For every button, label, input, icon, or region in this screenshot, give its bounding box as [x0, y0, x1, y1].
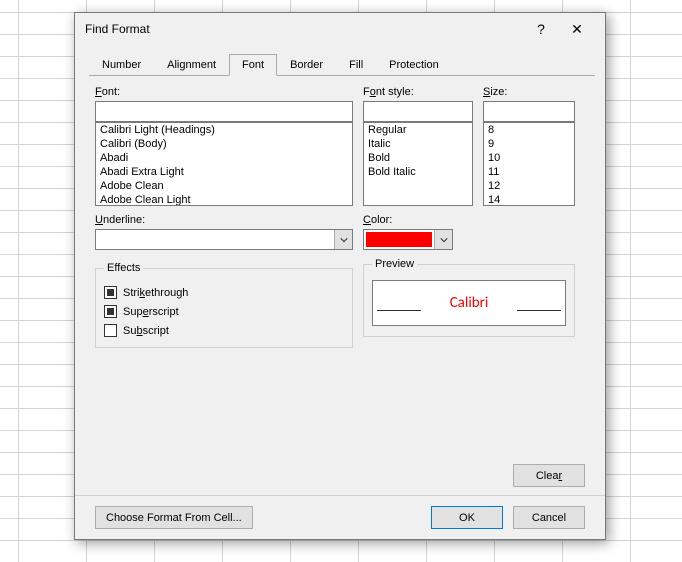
- find-format-dialog: Find Format ? ✕ Number Alignment Font Bo…: [74, 12, 606, 540]
- preview-legend: Preview: [372, 258, 417, 270]
- checkbox-icon: [104, 286, 117, 299]
- color-label: Color:: [363, 214, 575, 226]
- font-style-list[interactable]: Regular Italic Bold Bold Italic: [363, 122, 473, 206]
- help-button[interactable]: ?: [523, 21, 559, 37]
- list-item[interactable]: Italic: [364, 137, 472, 151]
- checkbox-icon: [104, 324, 117, 337]
- size-label: Size:: [483, 86, 575, 98]
- list-item[interactable]: Calibri (Body): [96, 137, 352, 151]
- subscript-label: Subscript: [123, 325, 169, 337]
- ok-button[interactable]: OK: [431, 506, 503, 529]
- preview-baseline: [517, 310, 561, 311]
- checkbox-icon: [104, 305, 117, 318]
- subscript-checkbox[interactable]: Subscript: [104, 324, 344, 337]
- dialog-title: Find Format: [85, 22, 523, 36]
- superscript-label: Superscript: [123, 306, 179, 318]
- list-item[interactable]: Abadi Extra Light: [96, 165, 352, 179]
- preview-group: Preview Calibri: [363, 258, 575, 337]
- underline-combo[interactable]: [95, 229, 353, 250]
- list-item[interactable]: Bold: [364, 151, 472, 165]
- font-style-label: Font style:: [363, 86, 473, 98]
- clear-button[interactable]: Clear: [513, 464, 585, 487]
- list-item[interactable]: 10: [484, 151, 574, 165]
- preview-box: Calibri: [372, 280, 566, 326]
- list-item[interactable]: Abadi: [96, 151, 352, 165]
- titlebar: Find Format ? ✕: [75, 13, 605, 45]
- preview-text: Calibri: [450, 294, 489, 312]
- preview-baseline: [377, 310, 421, 311]
- close-button[interactable]: ✕: [559, 21, 595, 38]
- list-item[interactable]: Regular: [364, 123, 472, 137]
- underline-label: Underline:: [95, 214, 353, 226]
- list-item[interactable]: 11: [484, 165, 574, 179]
- list-item[interactable]: 14: [484, 193, 574, 206]
- color-swatch: [366, 232, 432, 247]
- list-item[interactable]: Adobe Clean Light: [96, 193, 352, 206]
- tab-fill[interactable]: Fill: [336, 54, 376, 76]
- list-item[interactable]: Calibri Light (Headings): [96, 123, 352, 137]
- effects-legend: Effects: [104, 262, 143, 274]
- list-item[interactable]: 12: [484, 179, 574, 193]
- tab-font[interactable]: Font: [229, 54, 277, 76]
- tab-border[interactable]: Border: [277, 54, 336, 76]
- cancel-button[interactable]: Cancel: [513, 506, 585, 529]
- list-item[interactable]: 8: [484, 123, 574, 137]
- size-input[interactable]: [483, 101, 575, 122]
- superscript-checkbox[interactable]: Superscript: [104, 305, 344, 318]
- underline-value: [96, 230, 334, 249]
- tab-alignment[interactable]: Alignment: [154, 54, 229, 76]
- color-combo[interactable]: [363, 229, 453, 250]
- chevron-down-icon[interactable]: [334, 230, 352, 249]
- choose-format-button[interactable]: Choose Format From Cell...: [95, 506, 253, 529]
- tab-protection[interactable]: Protection: [376, 54, 452, 76]
- list-item[interactable]: Bold Italic: [364, 165, 472, 179]
- list-item[interactable]: Adobe Clean: [96, 179, 352, 193]
- list-item[interactable]: 9: [484, 137, 574, 151]
- font-input[interactable]: [95, 101, 353, 122]
- chevron-down-icon[interactable]: [434, 230, 452, 249]
- strikethrough-label: Strikethrough: [123, 287, 188, 299]
- font-style-input[interactable]: [363, 101, 473, 122]
- font-list[interactable]: Calibri Light (Headings) Calibri (Body) …: [95, 122, 353, 206]
- effects-group: Effects Strikethrough Superscript Subscr…: [95, 262, 353, 348]
- font-label: Font:: [95, 86, 353, 98]
- tab-number[interactable]: Number: [89, 54, 154, 76]
- tabstrip: Number Alignment Font Border Fill Protec…: [89, 53, 595, 76]
- size-list[interactable]: 8 9 10 11 12 14: [483, 122, 575, 206]
- strikethrough-checkbox[interactable]: Strikethrough: [104, 286, 344, 299]
